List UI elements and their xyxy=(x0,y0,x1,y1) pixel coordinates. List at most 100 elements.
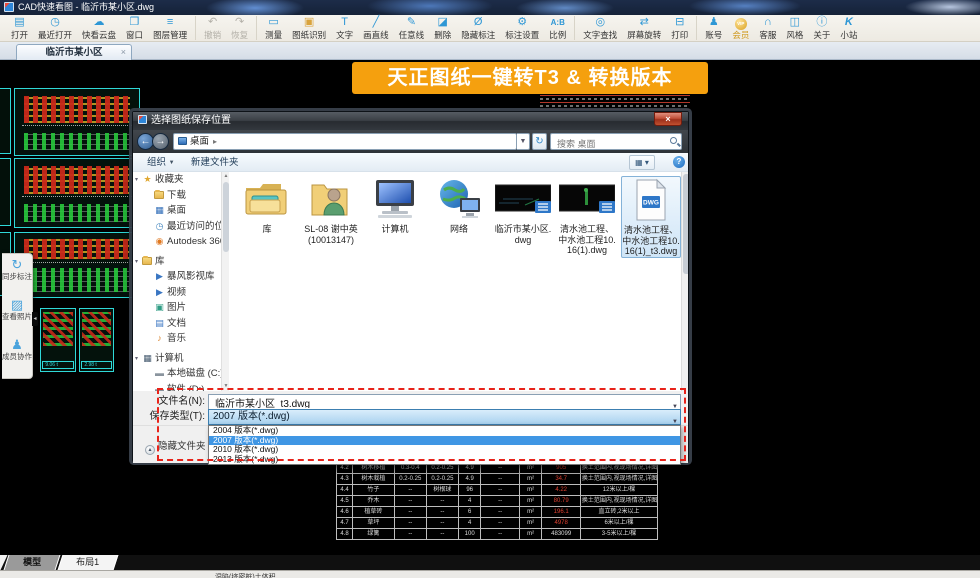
expand-arrow-icon[interactable]: ▾ xyxy=(135,173,142,188)
disk-icon: ▬ xyxy=(154,366,165,381)
tree-item-Autodesk 360[interactable]: ◉Autodesk 360 xyxy=(133,234,229,250)
tree-item-最近访问的位置[interactable]: ◷最近访问的位置 xyxy=(133,219,229,235)
tree-item-图片[interactable]: ▣图片 xyxy=(133,300,229,316)
cad-canvas[interactable]: 9.06 t 2.98 t 天正图纸一键转T3 & 转换版本 4.2树木移植0.… xyxy=(0,60,980,555)
file-item-label: 计算机 xyxy=(365,224,425,235)
file-item[interactable]: 临沂市某小区.dwg xyxy=(493,176,553,245)
side-panel-item-sync-annotations[interactable]: ↻同步标注 xyxy=(2,254,32,294)
file-list-scrollbar[interactable] xyxy=(681,172,688,391)
toolbar-rotate-screen[interactable]: ⇄屏幕旋转 xyxy=(622,15,666,41)
toolbar-vip[interactable]: VIP会员 xyxy=(727,15,754,41)
tree-item-本地磁盘 (C:)[interactable]: ▬本地磁盘 (C:) xyxy=(133,366,229,382)
dialog-title: 选择图纸保存位置 xyxy=(151,115,231,126)
search-box[interactable] xyxy=(550,133,682,150)
cad-sheet xyxy=(14,88,140,156)
dialog-body: ▾★收藏夹下载▦桌面◷最近访问的位置◉Autodesk 360▾库▶暴风影视库▶… xyxy=(133,172,688,391)
redo-icon: ↷ xyxy=(235,17,244,29)
tree-item-label: 暴风影视库 xyxy=(167,271,215,282)
toolbar-ksite[interactable]: K小站 xyxy=(835,15,862,41)
highlight-dashed-box xyxy=(157,388,686,461)
tree-item-label: 最近访问的位置 xyxy=(167,221,229,232)
toolbar-scale[interactable]: A:B比例 xyxy=(544,15,571,41)
side-panel-item-view-photos[interactable]: ▨查看照片 xyxy=(2,294,32,334)
help-button[interactable]: ? xyxy=(673,156,685,168)
dialog-close-button[interactable]: × xyxy=(654,112,682,126)
panel-collapse-handle[interactable]: ◂ xyxy=(32,312,38,326)
file-item[interactable]: 库 xyxy=(237,176,297,235)
toolbar-window[interactable]: ❐窗口 xyxy=(121,15,148,41)
tree-item-下载[interactable]: 下载 xyxy=(133,188,229,204)
toolbar-dim-settings[interactable]: ⚙标注设置 xyxy=(500,15,544,41)
toolbar-service[interactable]: ∩客服 xyxy=(754,15,781,41)
toolbar-about[interactable]: ⓘ关于 xyxy=(808,15,835,41)
toolbar-drawing-recognize[interactable]: ▣图纸识别 xyxy=(287,15,331,41)
refresh-button[interactable]: ↻ xyxy=(532,133,547,150)
toolbar-free-line[interactable]: ✎任意线 xyxy=(394,15,430,41)
file-item[interactable]: 计算机 xyxy=(365,176,425,235)
toolbar-recent-open[interactable]: ◷最近打开 xyxy=(33,15,77,41)
recognize-icon: ▣ xyxy=(304,17,314,29)
tree-item-桌面[interactable]: ▦桌面 xyxy=(133,203,229,219)
toolbar-label: 恢复 xyxy=(231,30,248,40)
tree-item-label: 音乐 xyxy=(167,333,186,344)
tree-item-暴风影视库[interactable]: ▶暴风影视库 xyxy=(133,269,229,285)
headset-icon: ∩ xyxy=(764,17,772,29)
desktop-icon xyxy=(178,137,187,145)
toolbar-print[interactable]: ⊟打印 xyxy=(666,15,693,41)
side-panel-item-member-collab[interactable]: ♟成员协作 xyxy=(2,334,32,374)
tree-item-库[interactable]: ▾库 xyxy=(133,254,229,270)
libraries-folder-icon xyxy=(237,176,297,222)
tree-item-视频[interactable]: ▶视频 xyxy=(133,285,229,301)
layout-tab-bar: 模型布局1 xyxy=(0,555,980,570)
style-window-icon: ◫ xyxy=(790,17,800,29)
toolbar-layer-manager[interactable]: ≡图层管理 xyxy=(148,15,192,41)
document-tab-strip: 临沂市某小区 × xyxy=(0,42,980,60)
forward-button[interactable]: → xyxy=(152,133,169,150)
info-icon: ⓘ xyxy=(816,17,827,29)
documents-icon: ▤ xyxy=(154,316,165,331)
toolbar-label: 任意线 xyxy=(399,30,425,40)
search-input[interactable] xyxy=(555,138,663,151)
file-item[interactable]: DWG清水池工程、中水池工程10.16(1)_t3.dwg xyxy=(621,176,681,258)
toolbar-style[interactable]: ◫风格 xyxy=(781,15,808,41)
toolbar-find-text[interactable]: ◎文字查找 xyxy=(578,15,622,41)
expand-arrow-icon[interactable]: ▾ xyxy=(135,255,142,270)
layout-tab-布局1[interactable]: 布局1 xyxy=(58,555,119,570)
tree-item-收藏夹[interactable]: ▾★收藏夹 xyxy=(133,172,229,188)
toolbar-open[interactable]: ▤打开 xyxy=(6,15,33,41)
toolbar-account[interactable]: ♟账号 xyxy=(700,15,727,41)
tree-item-label: 库 xyxy=(155,256,165,267)
tree-scrollbar[interactable]: ▲▼ xyxy=(221,172,229,391)
recent-clock-icon: ◷ xyxy=(50,17,60,29)
expand-arrow-icon[interactable]: ▾ xyxy=(135,352,142,367)
title-bar: CAD快速看图 - 临沂市某小区.dwg xyxy=(0,0,980,15)
toolbar-text[interactable]: T文字 xyxy=(331,15,358,41)
file-item[interactable]: 网络 xyxy=(429,176,489,235)
toolbar-draw-line[interactable]: ╱画直线 xyxy=(358,15,394,41)
toolbar-hide-dims[interactable]: Ø隐藏标注 xyxy=(456,15,500,41)
tree-item-计算机[interactable]: ▾▦计算机 xyxy=(133,351,229,367)
toolbar-redo: ↷恢复 xyxy=(226,15,253,41)
view-options-button[interactable]: ▦ ▾ xyxy=(629,155,655,170)
layout-tab-模型[interactable]: 模型 xyxy=(4,555,61,570)
toolbar-undo: ↶撤销 xyxy=(199,15,226,41)
toolbar-separator xyxy=(195,16,196,40)
toolbar-delete[interactable]: ◪删除 xyxy=(429,15,456,41)
file-item[interactable]: 清水池工程、中水池工程10.16(1).dwg xyxy=(557,176,617,256)
tree-item-音乐[interactable]: ♪音乐 xyxy=(133,331,229,347)
toolbar-measure[interactable]: ▭测量 xyxy=(260,15,287,41)
file-item-label: 库 xyxy=(237,224,297,235)
document-tab[interactable]: 临沂市某小区 × xyxy=(16,44,132,60)
tab-close-icon[interactable]: × xyxy=(121,45,126,60)
organize-button[interactable]: 组织 ▼ xyxy=(147,153,175,173)
hide-folders-icon: ▴ xyxy=(145,445,155,455)
address-dropdown-button[interactable]: ▼ xyxy=(517,133,530,150)
address-bar[interactable]: 桌面▸ xyxy=(173,133,517,150)
file-item[interactable]: SL-08 谢中英(10013147) xyxy=(301,176,361,245)
k-logo-icon: K xyxy=(845,17,853,29)
tree-item-label: 桌面 xyxy=(167,205,186,216)
tree-item-文档[interactable]: ▤文档 xyxy=(133,316,229,332)
dialog-app-icon xyxy=(138,115,147,124)
new-folder-button[interactable]: 新建文件夹 xyxy=(191,153,239,172)
toolbar-cloud-drive[interactable]: ☁快看云盘 xyxy=(77,15,121,41)
